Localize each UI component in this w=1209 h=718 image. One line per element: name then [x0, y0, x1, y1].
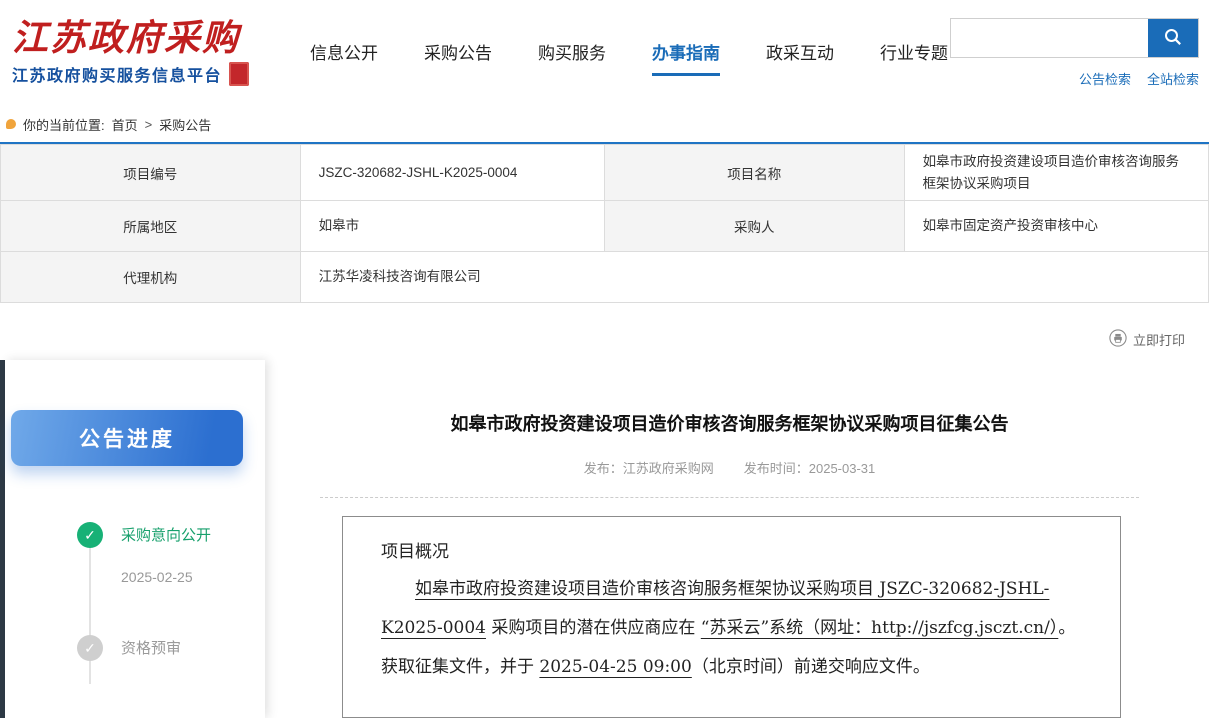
timeline-step-date: 2025-02-25 — [121, 569, 265, 585]
value-agency: 江苏华凌科技咨询有限公司 — [300, 252, 1208, 303]
publish-time-label: 发布时间： — [744, 461, 809, 476]
print-button[interactable]: 立即打印 — [1109, 329, 1185, 350]
location-pin-icon — [6, 119, 16, 129]
breadcrumb-label: 你的当前位置: — [23, 115, 105, 134]
check-icon: ✓ — [77, 635, 103, 661]
value-purchaser: 如皋市固定资产投资审核中心 — [904, 201, 1208, 252]
search-button[interactable] — [1148, 19, 1198, 57]
print-label: 立即打印 — [1133, 330, 1185, 349]
timeline-step-intent: ✓ 采购意向公开 2025-02-25 — [77, 524, 265, 585]
dashed-divider — [320, 497, 1139, 498]
publisher-label: 发布： — [584, 461, 623, 476]
nav-item-info-disclosure[interactable]: 信息公开 — [308, 27, 380, 80]
nav-item-procurement-notice[interactable]: 采购公告 — [422, 27, 494, 80]
print-row: 立即打印 — [0, 303, 1209, 360]
table-row: 代理机构 江苏华凌科技咨询有限公司 — [1, 252, 1209, 303]
article-content: 如皋市政府投资建设项目造价审核咨询服务框架协议采购项目征集公告 发布：江苏政府采… — [265, 360, 1209, 718]
progress-sidebar: 公告进度 ✓ 采购意向公开 2025-02-25 ✓ 资格预审 — [5, 360, 265, 718]
label-project-number: 项目编号 — [1, 145, 301, 201]
link-notice-search[interactable]: 公告检索 — [1079, 69, 1131, 88]
search-icon — [1163, 27, 1183, 50]
printer-icon — [1109, 329, 1127, 350]
timeline-step-prequalification: ✓ 资格预审 — [77, 637, 265, 665]
progress-banner: 公告进度 — [11, 410, 243, 466]
main-area: 公告进度 ✓ 采购意向公开 2025-02-25 ✓ 资格预审 如皋市政府投资建… — [0, 360, 1209, 718]
label-project-name: 项目名称 — [604, 145, 904, 201]
publish-time-value: 2025-03-31 — [809, 461, 876, 476]
table-row: 项目编号 JSZC-320682-JSHL-K2025-0004 项目名称 如皋… — [1, 145, 1209, 201]
main-nav: 信息公开 采购公告 购买服务 办事指南 政采互动 行业专题 — [308, 27, 950, 80]
search-input[interactable] — [951, 19, 1148, 57]
progress-timeline: ✓ 采购意向公开 2025-02-25 ✓ 资格预审 — [77, 524, 265, 665]
nav-item-service-guide[interactable]: 办事指南 — [650, 27, 722, 80]
value-project-number: JSZC-320682-JSHL-K2025-0004 — [300, 145, 604, 201]
table-row: 所属地区 如皋市 采购人 如皋市固定资产投资审核中心 — [1, 201, 1209, 252]
label-purchaser: 采购人 — [604, 201, 904, 252]
overview-paragraph: 如皋市政府投资建设项目造价审核咨询服务框架协议采购项目 JSZC-320682-… — [381, 570, 1082, 687]
nav-item-interaction[interactable]: 政采互动 — [764, 27, 836, 80]
timeline-step-label: 资格预审 — [121, 637, 265, 658]
logo-title: 江苏政府采购 — [12, 20, 286, 58]
breadcrumb-current: 采购公告 — [159, 115, 211, 134]
seal-icon — [229, 62, 249, 86]
check-icon: ✓ — [77, 522, 103, 548]
article-meta: 发布：江苏政府采购网 发布时间：2025-03-31 — [320, 458, 1139, 477]
header: 江苏政府采购 江苏政府购买服务信息平台 信息公开 采购公告 购买服务 办事指南 … — [0, 0, 1209, 106]
breadcrumb-separator: > — [145, 117, 153, 132]
value-region: 如皋市 — [300, 201, 604, 252]
publisher-value: 江苏政府采购网 — [623, 461, 714, 476]
timeline-step-label: 采购意向公开 — [121, 524, 265, 545]
deadline-text: 2025-04-25 09:00 — [539, 657, 691, 677]
value-project-name: 如皋市政府投资建设项目造价审核咨询服务框架协议采购项目 — [904, 145, 1208, 201]
label-agency: 代理机构 — [1, 252, 301, 303]
project-overview-box: 项目概况 如皋市政府投资建设项目造价审核咨询服务框架协议采购项目 JSZC-32… — [342, 516, 1121, 718]
breadcrumb-home[interactable]: 首页 — [112, 115, 138, 134]
site-logo[interactable]: 江苏政府采购 江苏政府购买服务信息平台 — [12, 20, 286, 87]
logo-subtitle: 江苏政府购买服务信息平台 — [12, 62, 222, 86]
breadcrumb: 你的当前位置: 首页 > 采购公告 — [0, 106, 1209, 144]
project-info-table: 项目编号 JSZC-320682-JSHL-K2025-0004 项目名称 如皋… — [0, 144, 1209, 303]
link-site-search[interactable]: 全站检索 — [1147, 69, 1199, 88]
nav-item-purchase-service[interactable]: 购买服务 — [536, 27, 608, 80]
overview-title: 项目概况 — [381, 537, 1082, 562]
search-area: 公告检索 全站检索 — [950, 18, 1199, 88]
page-title: 如皋市政府投资建设项目造价审核咨询服务框架协议采购项目征集公告 — [320, 410, 1139, 436]
nav-item-industry-topics[interactable]: 行业专题 — [878, 27, 950, 80]
label-region: 所属地区 — [1, 201, 301, 252]
system-url-link[interactable]: “苏采云”系统（网址：http://jszfcg.jsczt.cn/） — [701, 618, 1059, 638]
